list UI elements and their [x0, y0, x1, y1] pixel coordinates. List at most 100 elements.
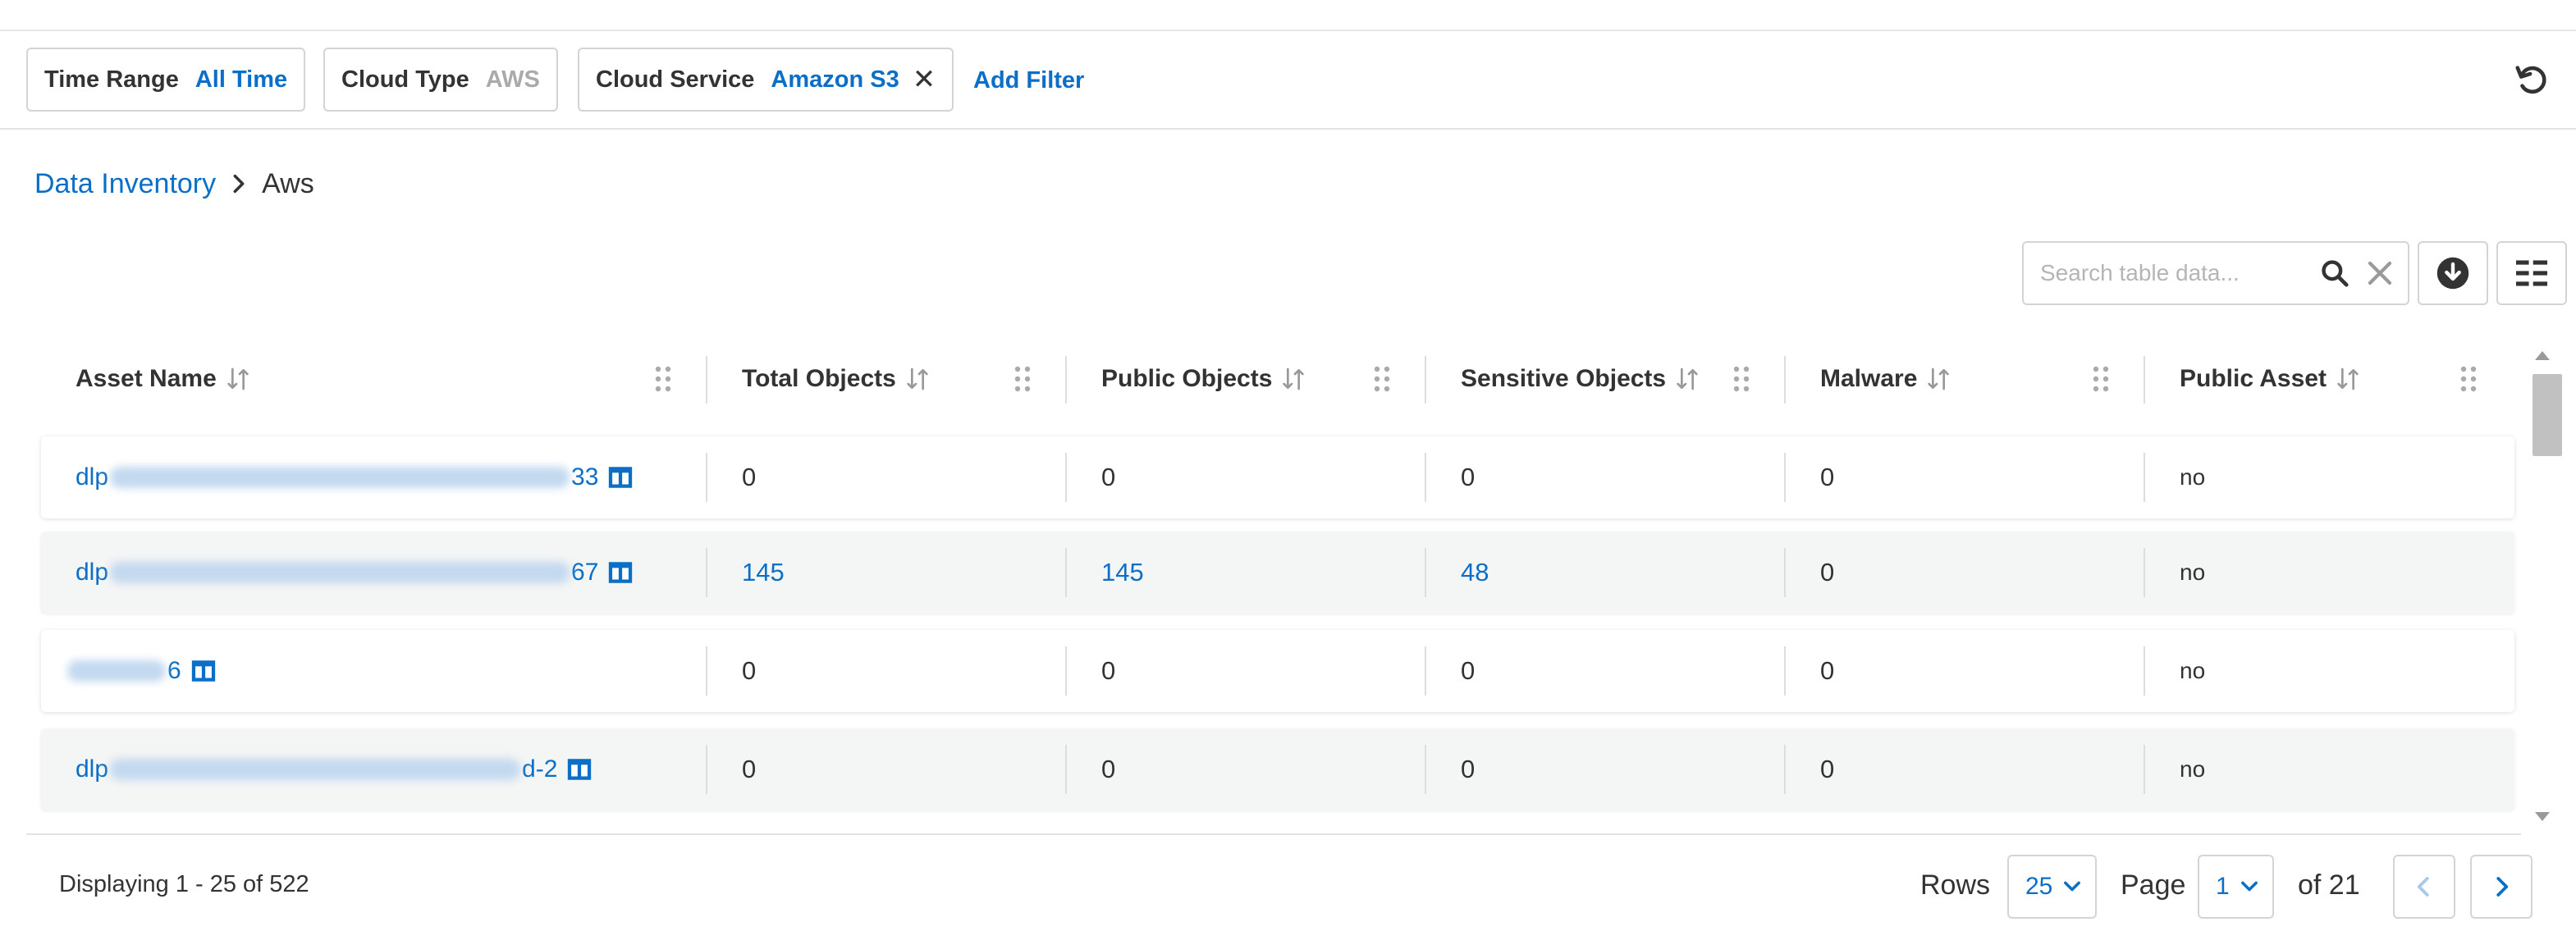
column-header-public-objects[interactable]: Public Objects — [1101, 345, 1306, 413]
asset-details-icon[interactable] — [606, 559, 634, 586]
column-header-public-asset[interactable]: Public Asset — [2180, 345, 2361, 413]
table-row[interactable]: 6 0 0 0 0 no — [41, 630, 2514, 712]
drag-handle-icon[interactable] — [655, 366, 671, 392]
public-asset-cell: no — [2180, 559, 2206, 585]
page-select[interactable]: 1 — [2198, 855, 2274, 919]
asset-name-link[interactable]: dlp d-2 — [75, 755, 557, 783]
footer-divider — [26, 833, 2521, 835]
drag-handle-icon[interactable] — [2460, 366, 2477, 392]
column-divider[interactable] — [706, 356, 707, 404]
table-header: Asset Name Total Objects Public Objects … — [41, 345, 2514, 413]
drag-handle-icon[interactable] — [1733, 366, 1750, 392]
redacted-text — [110, 467, 570, 488]
drag-handle-icon[interactable] — [1014, 366, 1031, 392]
breadcrumb-current: Aws — [262, 167, 314, 199]
scroll-up-arrow[interactable] — [2535, 351, 2550, 360]
asset-details-icon[interactable] — [606, 463, 634, 491]
download-button[interactable] — [2418, 241, 2488, 305]
total-objects-link[interactable]: 145 — [742, 532, 785, 614]
filter-chip-time-range[interactable]: Time Range All Time — [26, 48, 306, 112]
malware-cell: 0 — [1820, 463, 1835, 491]
sensitive-objects-cell: 0 — [1461, 463, 1476, 491]
chevron-right-icon — [233, 174, 245, 194]
page-label: Page — [2121, 869, 2186, 901]
scroll-down-arrow[interactable] — [2535, 812, 2550, 821]
public-asset-cell: no — [2180, 756, 2206, 782]
filter-chip-cloud-type[interactable]: Cloud Type AWS — [323, 48, 558, 112]
sensitive-objects-cell: 0 — [1461, 755, 1476, 783]
sort-icon[interactable] — [904, 365, 931, 393]
total-objects-cell: 0 — [742, 755, 757, 783]
sort-icon[interactable] — [1674, 365, 1700, 393]
total-objects-cell: 0 — [742, 463, 757, 491]
malware-cell: 0 — [1820, 755, 1835, 783]
asset-name-link[interactable]: 6 — [66, 657, 181, 685]
public-objects-link[interactable]: 145 — [1101, 532, 1144, 614]
column-header-sensitive-objects[interactable]: Sensitive Objects — [1461, 345, 1700, 413]
public-objects-cell: 0 — [1101, 656, 1116, 685]
chevron-down-icon — [2240, 881, 2258, 892]
search-icon[interactable] — [2319, 258, 2350, 289]
malware-cell: 0 — [1820, 558, 1835, 586]
rows-label: Rows — [1920, 869, 1991, 901]
asset-details-icon[interactable] — [565, 755, 593, 783]
filter-bar: Time Range All Time Cloud Type AWS Cloud… — [0, 31, 2576, 130]
redacted-text — [110, 562, 570, 583]
public-asset-cell: no — [2180, 658, 2206, 683]
sensitive-objects-cell: 0 — [1461, 656, 1476, 685]
data-table: Asset Name Total Objects Public Objects … — [41, 345, 2514, 810]
asset-details-icon[interactable] — [190, 657, 217, 685]
column-header-malware[interactable]: Malware — [1820, 345, 1951, 413]
sort-icon[interactable] — [1280, 365, 1306, 393]
total-pages: of 21 — [2298, 869, 2360, 901]
search-box — [2022, 241, 2409, 305]
drag-handle-icon[interactable] — [1374, 366, 1390, 392]
column-header-total-objects[interactable]: Total Objects — [742, 345, 931, 413]
table-row[interactable]: dlp 33 0 0 0 0 no — [41, 436, 2514, 518]
reset-icon[interactable] — [2513, 61, 2551, 98]
add-filter-button[interactable]: Add Filter — [973, 64, 1084, 97]
rows-per-page-select[interactable]: 25 — [2007, 855, 2098, 919]
column-divider[interactable] — [1065, 356, 1067, 404]
sort-icon[interactable] — [225, 365, 251, 393]
filter-key: Cloud Type — [341, 66, 469, 93]
column-divider[interactable] — [1784, 356, 1786, 404]
drag-handle-icon[interactable] — [2093, 366, 2109, 392]
table-row[interactable]: dlp d-2 0 0 0 0 no — [41, 728, 2514, 810]
filter-chip-cloud-service[interactable]: Cloud Service Amazon S3 ✕ — [578, 48, 954, 112]
column-settings-button[interactable] — [2496, 241, 2567, 305]
previous-page-button[interactable] — [2393, 855, 2455, 919]
public-asset-cell: no — [2180, 464, 2206, 490]
clear-search-icon[interactable] — [2365, 258, 2395, 288]
sort-icon[interactable] — [2335, 365, 2361, 393]
table-row[interactable]: dlp 67 145 145 48 0 no — [41, 532, 2514, 614]
filter-key: Time Range — [44, 66, 179, 93]
column-header-asset-name[interactable]: Asset Name — [75, 345, 251, 413]
displaying-count: Displaying 1 - 25 of 522 — [59, 871, 309, 897]
chevron-right-icon — [2496, 877, 2509, 897]
public-objects-cell: 0 — [1101, 463, 1116, 491]
redacted-text — [110, 759, 521, 780]
filter-key: Cloud Service — [596, 66, 755, 93]
malware-cell: 0 — [1820, 656, 1835, 685]
redacted-text — [67, 660, 166, 682]
columns-list-icon — [2516, 260, 2547, 286]
next-page-button[interactable] — [2470, 855, 2533, 919]
scrollbar-thumb[interactable] — [2533, 374, 2562, 456]
filter-value: Amazon S3 — [771, 66, 899, 93]
total-objects-cell: 0 — [742, 656, 757, 685]
remove-filter-icon[interactable]: ✕ — [913, 63, 936, 96]
sensitive-objects-link[interactable]: 48 — [1461, 532, 1489, 614]
sort-icon[interactable] — [1925, 365, 1951, 393]
download-icon — [2436, 257, 2469, 290]
public-objects-cell: 0 — [1101, 755, 1116, 783]
column-divider[interactable] — [2144, 356, 2145, 404]
search-input[interactable] — [2040, 260, 2311, 286]
chevron-down-icon — [2064, 881, 2081, 892]
chevron-left-icon — [2417, 877, 2429, 897]
asset-name-link[interactable]: dlp 33 — [75, 463, 598, 491]
asset-name-link[interactable]: dlp 67 — [75, 559, 598, 586]
filter-value: AWS — [485, 66, 540, 93]
breadcrumb-data-inventory[interactable]: Data Inventory — [34, 168, 216, 200]
column-divider[interactable] — [1425, 356, 1426, 404]
